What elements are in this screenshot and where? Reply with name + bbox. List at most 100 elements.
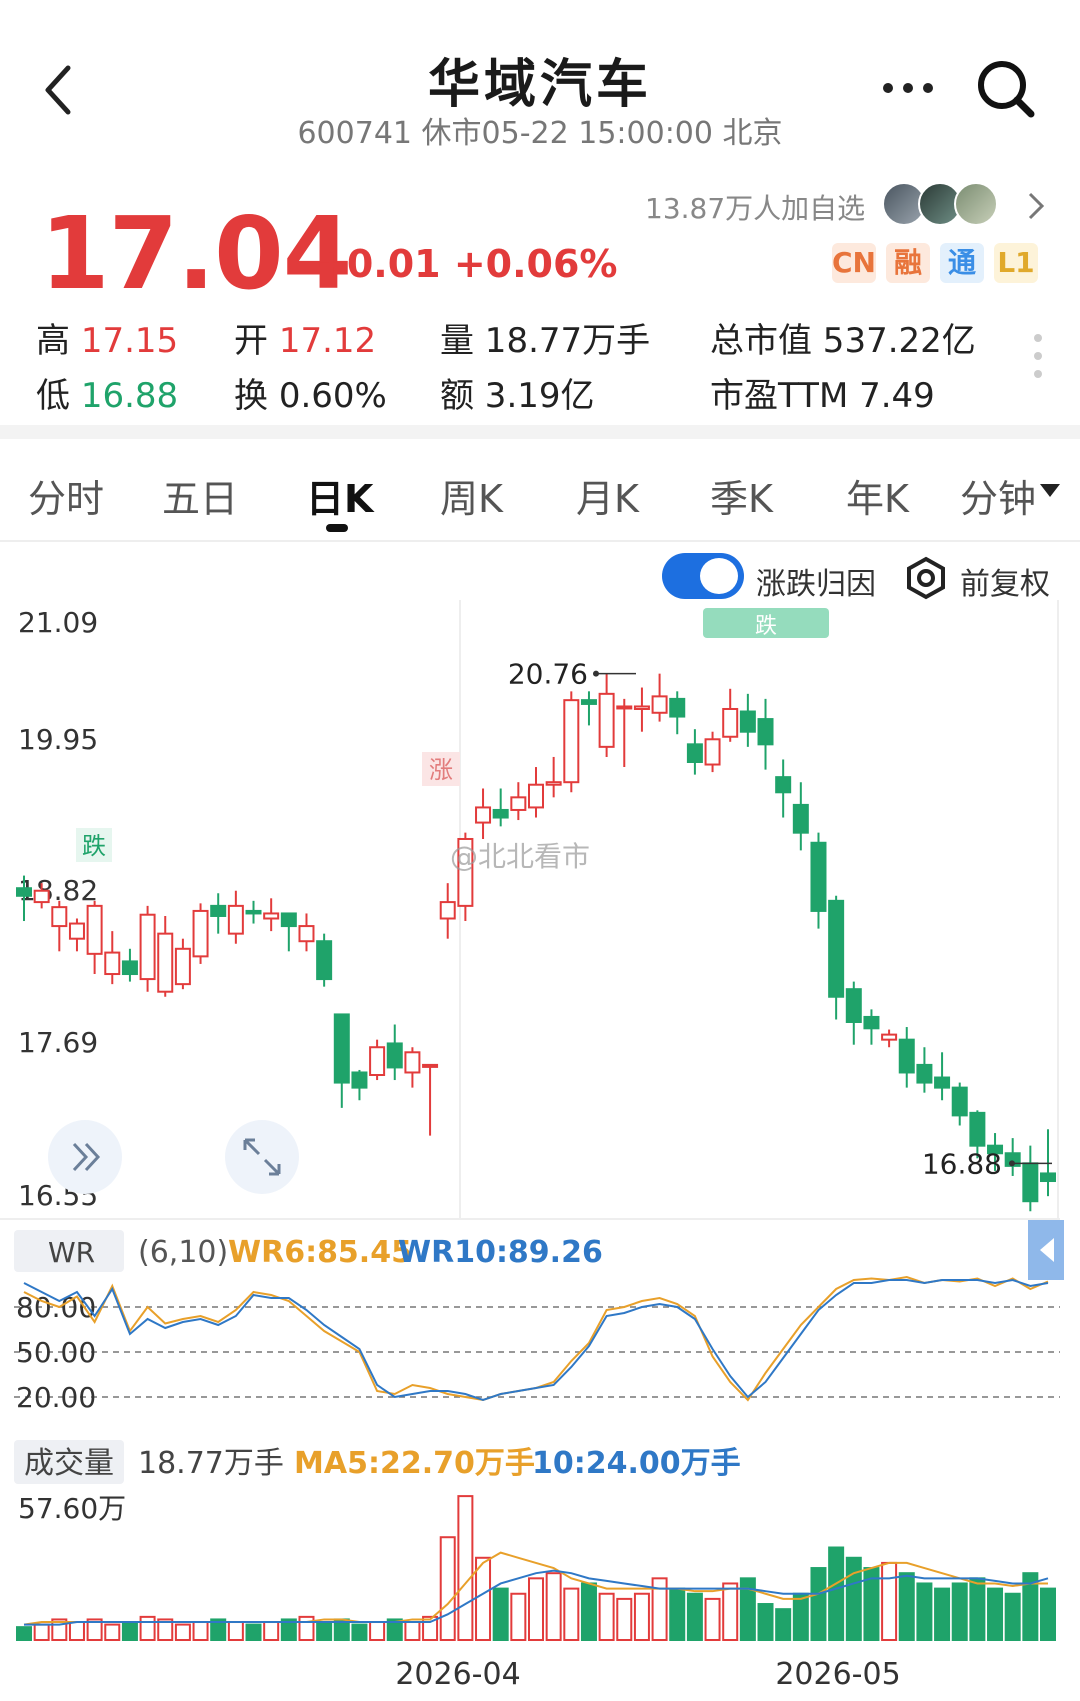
tab-0[interactable]: 分时 <box>28 468 104 523</box>
avatar <box>954 182 998 226</box>
scroll-right-button[interactable] <box>48 1120 122 1194</box>
expand-icon <box>243 1138 281 1176</box>
volume-bar <box>792 1592 809 1641</box>
candle-body <box>616 705 633 710</box>
volume-bar <box>757 1603 774 1641</box>
wr-level-label: 20.00 <box>16 1381 96 1414</box>
up-badge-text: 涨 <box>429 756 453 784</box>
volume-bar <box>263 1621 280 1642</box>
candle-body <box>563 699 580 784</box>
price-axis-tick: 21.09 <box>18 606 98 639</box>
candle-body <box>951 1086 968 1117</box>
x-axis-date: 2026-04 <box>395 1657 520 1692</box>
active-tab-indicator <box>326 524 348 532</box>
candle-body <box>316 940 333 981</box>
volume-bar <box>16 1626 32 1642</box>
price-change: +0.01 +0.06% <box>315 242 618 286</box>
volume-bar <box>33 1623 50 1642</box>
volume-bar <box>121 1621 138 1642</box>
fullscreen-button[interactable] <box>225 1120 299 1194</box>
volume-bar <box>845 1556 862 1641</box>
volume-indicator-name: 成交量 <box>24 1446 114 1481</box>
high-price-label: 20.76 <box>508 658 588 691</box>
candle-body <box>68 922 85 940</box>
volume-bar <box>722 1582 739 1642</box>
price-axis-tick: 19.95 <box>18 723 98 756</box>
candle-body <box>280 912 297 928</box>
volume-bar <box>457 1495 474 1641</box>
stat-open: 开 17.12 <box>234 321 377 361</box>
volume-bar <box>510 1592 527 1641</box>
kline-chart[interactable]: 21.0919.9518.8217.6916.5520.7616.88跌跌涨WR… <box>0 600 1080 1701</box>
candle-body <box>863 1015 880 1030</box>
candle-body <box>333 1013 350 1084</box>
volume-bar <box>704 1597 721 1642</box>
market-tag: L1 <box>994 243 1038 283</box>
wr-params: (6,10) <box>138 1235 228 1270</box>
volume-bar <box>528 1577 544 1641</box>
candle-body <box>528 783 544 809</box>
volume-ma5: MA5:22.70万手 <box>294 1446 535 1481</box>
volume-value: 18.77万手 <box>138 1446 284 1481</box>
search-icon[interactable] <box>975 58 1039 122</box>
caret-down-icon[interactable] <box>1040 484 1060 498</box>
candle-body <box>580 699 597 705</box>
candle-body <box>881 1033 898 1041</box>
volume-bar <box>492 1587 509 1641</box>
tab-1[interactable]: 五日 <box>162 468 238 523</box>
volume-bar <box>1004 1592 1021 1641</box>
more-icon[interactable] <box>880 78 936 98</box>
candle-body <box>545 781 562 786</box>
current-price: 17.04 <box>40 195 352 312</box>
candle-body <box>598 692 615 748</box>
tab-5[interactable]: 季K <box>710 468 773 523</box>
volume-bar <box>563 1587 580 1641</box>
volume-bar <box>686 1592 703 1641</box>
wr6-line <box>23 1275 1049 1402</box>
volume-bar <box>1040 1587 1056 1641</box>
stat-high: 高 17.15 <box>36 321 179 361</box>
volume-bar <box>616 1597 633 1642</box>
tab-3[interactable]: 周K <box>440 468 503 523</box>
candle-body <box>934 1076 951 1089</box>
tab-6[interactable]: 年K <box>846 468 909 523</box>
candle-body <box>210 904 227 917</box>
watchlist-count[interactable]: 13.87万人加自选 <box>645 187 865 227</box>
stat-market-cap: 总市值 537.22亿 <box>710 321 976 361</box>
stat-pe: 市盈TTM 7.49 <box>710 376 935 416</box>
volume-bar <box>739 1577 756 1641</box>
adjust-mode-label[interactable]: 前复权 <box>960 559 1050 603</box>
tab-7[interactable]: 分钟 <box>960 468 1036 523</box>
tab-2[interactable]: 日K <box>306 468 373 523</box>
chevron-right-icon[interactable] <box>1025 190 1047 222</box>
attribution-label: 涨跌归因 <box>756 567 876 602</box>
candle-body <box>139 913 156 981</box>
tab-bar-border <box>0 540 1080 542</box>
volume-bar <box>669 1587 686 1641</box>
candle-body <box>739 710 756 733</box>
candle-body <box>104 951 121 976</box>
low-marker-dot <box>1009 1160 1015 1167</box>
wr10-line <box>23 1278 1049 1402</box>
volume-bar <box>245 1623 262 1642</box>
settings-hexagon-icon[interactable] <box>904 556 948 600</box>
x-axis-date: 2026-05 <box>775 1657 900 1692</box>
candle-body <box>651 695 668 714</box>
candle-body <box>704 738 721 766</box>
volume-bar <box>881 1561 898 1642</box>
toggle-knob <box>700 558 738 594</box>
down-attribution-text: 跌 <box>755 614 777 639</box>
candle-body <box>245 909 262 915</box>
candle-body <box>1022 1162 1039 1203</box>
vertical-more-icon[interactable] <box>1030 330 1046 382</box>
volume-bar <box>316 1621 333 1642</box>
volume-bar <box>192 1621 209 1642</box>
volume-bar <box>351 1623 368 1642</box>
candle-body <box>386 1042 403 1069</box>
tab-4[interactable]: 月K <box>576 468 639 523</box>
candle-body <box>121 960 138 976</box>
candle-body <box>227 904 244 935</box>
candle-body <box>686 743 703 763</box>
candle-body <box>298 925 315 943</box>
candle-body <box>263 912 280 920</box>
